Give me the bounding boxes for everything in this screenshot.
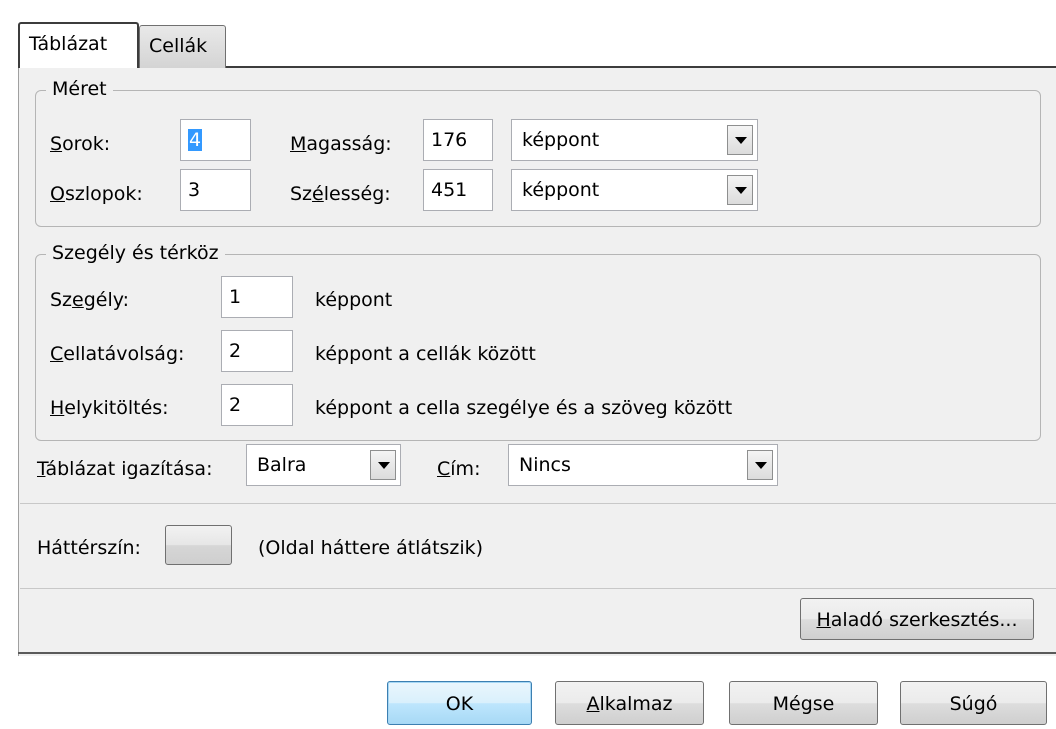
chevron-down-icon [735,137,747,144]
size-group-legend: Méret [46,78,113,100]
width-label: Szélesség: [290,183,391,205]
table-alignment-dropdown-button[interactable] [370,450,396,480]
tab-cells-label: Cellák [149,35,208,57]
rows-value: 4 [188,129,203,151]
height-value: 176 [431,129,468,151]
cell-padding-unit: képpont a cella szegélye és a szöveg köz… [315,397,733,419]
height-unit-value: képpont [522,129,600,151]
width-unit-dropdown-button[interactable] [727,175,753,205]
chevron-down-icon [735,187,747,194]
cell-padding-value: 2 [229,394,242,416]
chevron-down-icon [755,462,767,469]
ok-button[interactable]: OK [387,681,532,725]
advanced-edit-button[interactable]: Haladó szerkesztés... [800,598,1034,640]
divider [20,588,1056,589]
border-input[interactable]: 1 [221,276,293,318]
tab-table[interactable]: Táblázat [18,22,139,68]
width-unit-value: képpont [522,179,600,201]
table-alignment-label: Táblázat igazítása: [37,458,213,480]
chevron-down-icon [378,462,390,469]
caption-value: Nincs [519,454,571,476]
height-unit-select[interactable]: képpont [511,119,758,161]
height-input[interactable]: 176 [423,119,493,161]
tab-table-label: Táblázat [29,33,108,55]
border-unit: képpont [315,289,393,311]
background-color-button[interactable] [165,525,232,565]
cell-spacing-value: 2 [229,340,242,362]
height-label: Magasság: [290,133,392,155]
cell-padding-label: Helykitöltés: [50,397,169,419]
width-unit-select[interactable]: képpont [511,169,758,211]
tab-cells[interactable]: Cellák [139,25,226,68]
caption-select[interactable]: Nincs [508,444,778,486]
columns-label: Oszlopok: [50,183,143,205]
cell-spacing-input[interactable]: 2 [221,330,293,372]
cell-spacing-label: Cellatávolság: [50,343,185,365]
height-unit-dropdown-button[interactable] [727,125,753,155]
caption-dropdown-button[interactable] [747,450,773,480]
border-value: 1 [229,286,242,308]
border-group-legend: Szegély és térköz [46,242,225,264]
apply-button[interactable]: Alkalmaz [555,681,704,725]
cell-padding-input[interactable]: 2 [221,384,293,426]
width-input[interactable]: 451 [423,169,493,211]
rows-label: Sorok: [50,133,111,155]
columns-input[interactable]: 3 [180,169,251,211]
divider [20,503,1056,504]
table-alignment-value: Balra [257,454,307,476]
panel-bottom-border [18,652,1056,654]
cell-spacing-unit: képpont a cellák között [315,343,536,365]
columns-value: 3 [188,179,201,201]
border-label: Szegély: [50,289,130,311]
rows-input[interactable]: 4 [180,119,251,161]
help-button[interactable]: Súgó [900,681,1047,725]
width-value: 451 [431,179,468,201]
table-alignment-select[interactable]: Balra [246,444,401,486]
background-color-label: Háttérszín: [37,537,141,559]
caption-label: Cím: [437,458,481,480]
cancel-button[interactable]: Mégse [729,681,878,725]
background-color-note: (Oldal háttere átlátszik) [258,537,484,559]
